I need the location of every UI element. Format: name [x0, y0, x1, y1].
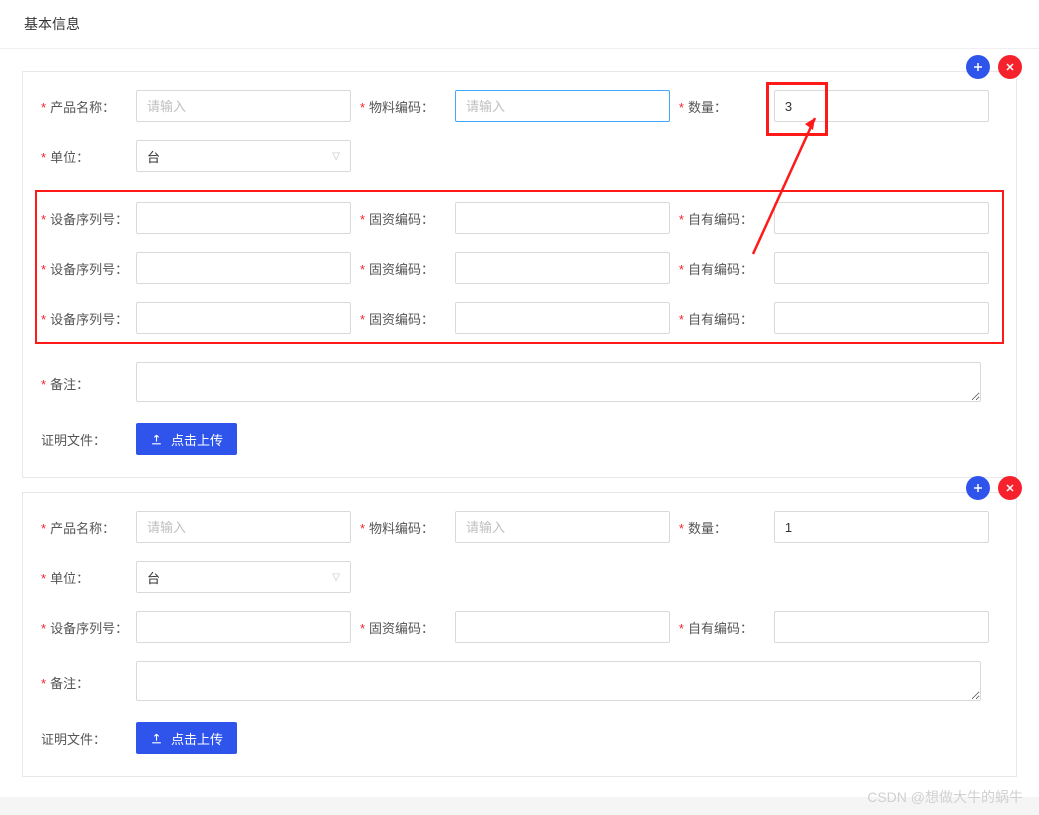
product-name-label: *产品名称：	[41, 97, 136, 116]
upload-icon	[150, 732, 163, 745]
remark-textarea[interactable]	[136, 661, 981, 701]
unit-selected-value: 台	[147, 568, 160, 587]
device-serial-label: *设备序列号：	[41, 309, 136, 328]
unit-label: *单位：	[41, 568, 136, 587]
add-card-button[interactable]	[966, 55, 990, 79]
product-name-label: *产品名称：	[41, 518, 136, 537]
plus-icon	[972, 482, 984, 494]
close-icon	[1004, 61, 1016, 73]
asset-code-label: *固资编码：	[360, 309, 455, 328]
chevron-down-icon: ▽	[332, 151, 340, 162]
asset-code-label: *固资编码：	[360, 618, 455, 637]
plus-icon	[972, 61, 984, 73]
upload-icon	[150, 433, 163, 446]
quantity-input[interactable]	[774, 511, 989, 543]
material-code-input[interactable]	[455, 511, 670, 543]
close-icon	[1004, 482, 1016, 494]
remark-textarea[interactable]	[136, 362, 981, 402]
device-serial-label: *设备序列号：	[41, 259, 136, 278]
asset-code-label: *固资编码：	[360, 259, 455, 278]
asset-code-input[interactable]	[455, 302, 670, 334]
asset-code-input[interactable]	[455, 252, 670, 284]
product-name-input[interactable]	[136, 511, 351, 543]
device-serial-label: *设备序列号：	[41, 618, 136, 637]
material-code-label: *物料编码：	[360, 518, 455, 537]
device-serial-input[interactable]	[136, 611, 351, 643]
delete-card-button[interactable]	[998, 55, 1022, 79]
attachment-label: 证明文件：	[41, 430, 136, 449]
unit-select[interactable]: 台 ▽	[136, 140, 351, 172]
chevron-down-icon: ▽	[332, 572, 340, 583]
product-card-1: *产品名称： *物料编码： *数量： *单位： 台	[22, 492, 1017, 777]
unit-selected-value: 台	[147, 147, 160, 166]
upload-button[interactable]: 点击上传	[136, 423, 237, 455]
material-code-label: *物料编码：	[360, 97, 455, 116]
own-code-label: *自有编码：	[679, 309, 774, 328]
quantity-input[interactable]	[774, 90, 989, 122]
asset-code-input[interactable]	[455, 611, 670, 643]
serial-rows-highlight: *设备序列号： *固资编码： *自有编码： *设备序列号：	[35, 190, 1004, 344]
add-card-button[interactable]	[966, 476, 990, 500]
own-code-input[interactable]	[774, 611, 989, 643]
device-serial-input[interactable]	[136, 252, 351, 284]
quantity-label: *数量：	[679, 97, 774, 116]
quantity-label: *数量：	[679, 518, 774, 537]
asset-code-input[interactable]	[455, 202, 670, 234]
delete-card-button[interactable]	[998, 476, 1022, 500]
material-code-input[interactable]	[455, 90, 670, 122]
unit-select[interactable]: 台 ▽	[136, 561, 351, 593]
own-code-label: *自有编码：	[679, 259, 774, 278]
own-code-label: *自有编码：	[679, 618, 774, 637]
device-serial-label: *设备序列号：	[41, 209, 136, 228]
remark-label: *备注：	[41, 673, 136, 692]
attachment-label: 证明文件：	[41, 729, 136, 748]
unit-label: *单位：	[41, 147, 136, 166]
panel-title: 基本信息	[0, 0, 1039, 49]
own-code-label: *自有编码：	[679, 209, 774, 228]
own-code-input[interactable]	[774, 252, 989, 284]
upload-button[interactable]: 点击上传	[136, 722, 237, 754]
own-code-input[interactable]	[774, 302, 989, 334]
product-name-input[interactable]	[136, 90, 351, 122]
product-card-0: *产品名称： *物料编码： *数量： *单位： 台	[22, 71, 1017, 478]
remark-label: *备注：	[41, 374, 136, 393]
own-code-input[interactable]	[774, 202, 989, 234]
asset-code-label: *固资编码：	[360, 209, 455, 228]
device-serial-input[interactable]	[136, 302, 351, 334]
device-serial-input[interactable]	[136, 202, 351, 234]
